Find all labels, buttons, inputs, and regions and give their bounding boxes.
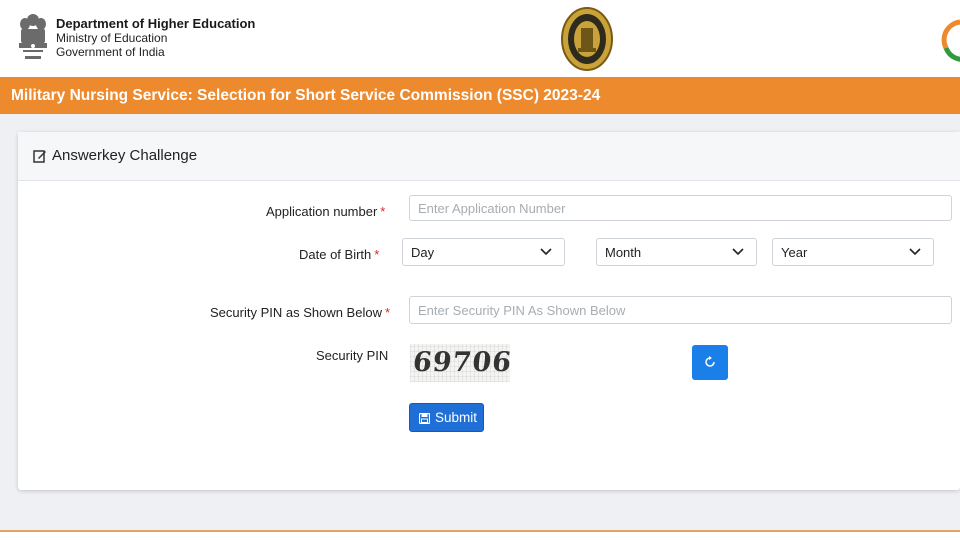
card-title: Answerkey Challenge	[52, 147, 198, 164]
refresh-captcha-button[interactable]	[692, 345, 728, 380]
captcha-image: 69706	[410, 344, 514, 382]
security-pin-input[interactable]	[409, 296, 952, 324]
chevron-down-icon	[909, 248, 921, 256]
tricolor-logo-icon	[941, 19, 960, 62]
government-name: Government of India	[56, 45, 165, 59]
submit-label: Submit	[435, 410, 478, 425]
month-select-value: Month	[605, 245, 642, 260]
answerkey-card: Answerkey Challenge Application number * …	[18, 132, 960, 490]
site-header: Department of Higher Education Ministry …	[0, 0, 960, 77]
chevron-down-icon	[540, 248, 552, 256]
security-pin-label-text: Security PIN as Shown Below	[210, 305, 382, 320]
application-number-input[interactable]	[409, 195, 952, 221]
required-mark: *	[374, 247, 380, 262]
required-mark: *	[384, 305, 391, 320]
save-icon	[419, 413, 430, 424]
captcha-text: 69706	[411, 347, 514, 378]
exam-title-bar: Military Nursing Service: Selection for …	[0, 77, 960, 114]
date-of-birth-label-text: Date of Birth	[299, 247, 372, 262]
footer-area	[0, 532, 960, 540]
year-select-value: Year	[781, 245, 808, 260]
month-select[interactable]: Month	[596, 238, 757, 266]
card-header: Answerkey Challenge	[18, 132, 960, 181]
captcha-label: Security PIN	[316, 348, 388, 363]
application-number-label: Application number *	[266, 204, 385, 219]
ministry-name: Ministry of Education	[56, 31, 168, 45]
edit-icon	[33, 150, 46, 163]
application-number-label-text: Application number	[266, 204, 378, 219]
nta-seal-icon	[561, 7, 613, 71]
ashoka-emblem-icon	[19, 14, 47, 59]
refresh-icon	[705, 356, 715, 367]
dept-title: Department of Higher Education	[56, 16, 256, 31]
dept-text-block: Department of Higher Education Ministry …	[56, 16, 256, 60]
security-pin-label: Security PIN as Shown Below *	[210, 305, 390, 320]
day-select-value: Day	[411, 245, 435, 260]
day-select[interactable]: Day	[402, 238, 565, 266]
year-select[interactable]: Year	[772, 238, 934, 266]
submit-button[interactable]: Submit	[409, 403, 484, 432]
chevron-down-icon	[732, 248, 744, 256]
required-mark: *	[380, 204, 386, 219]
date-of-birth-label: Date of Birth *	[299, 247, 379, 262]
captcha-label-text: Security PIN	[316, 348, 389, 363]
exam-title: Military Nursing Service: Selection for …	[11, 87, 601, 104]
